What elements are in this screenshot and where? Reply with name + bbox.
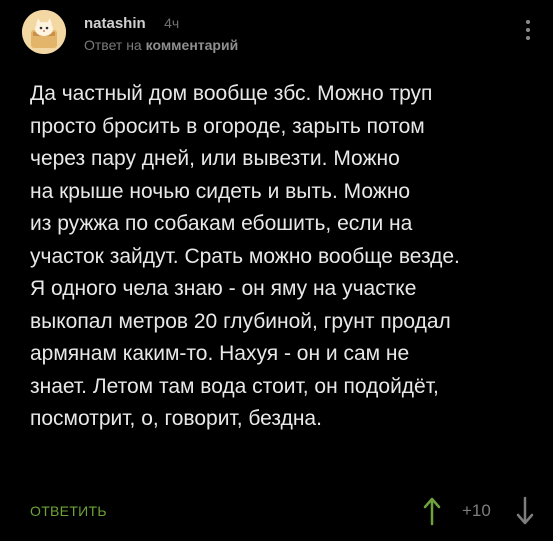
- comment-footer: ОТВЕТИТЬ +10: [0, 494, 553, 530]
- arrow-down-icon[interactable]: [515, 496, 535, 526]
- comment-line: знает. Летом там вода стоит, он подойдёт…: [30, 374, 439, 398]
- comment-line: Да частный дом вообще збс. Можно труп: [30, 82, 433, 105]
- arrow-up-icon[interactable]: [422, 496, 442, 526]
- comment-header: natashin 4ч Ответ на комментарий: [22, 10, 533, 54]
- comment-body: Да частный дом вообще збс. Можно труп пр…: [30, 78, 540, 436]
- avatar[interactable]: [22, 10, 66, 54]
- reply-info: Ответ на комментарий: [84, 37, 238, 53]
- author-line: natashin 4ч: [84, 15, 179, 33]
- comment-line: из ружжа по собакам ебошить, если на: [30, 212, 413, 235]
- comment-line: армянам каким-то. Нахуя - он и сам не: [30, 342, 410, 365]
- rating-score: +10: [462, 501, 491, 520]
- comment-line: выкопал метров 20 глубиной, грунт продал: [30, 309, 451, 333]
- username[interactable]: natashin: [84, 15, 146, 32]
- more-vertical-icon[interactable]: [523, 20, 533, 46]
- comment-line: на крыше ночью сидеть и выть. Можно: [30, 179, 411, 203]
- comment-line: Я одного чела знаю - он яму на участке: [30, 277, 417, 300]
- comment-line: посмотрит, о, говорит, бездна.: [30, 407, 322, 430]
- reply-prefix: Ответ на: [84, 37, 142, 53]
- cat-avatar-icon: [22, 10, 66, 54]
- comment-line: через пару дней, или вывезти. Можно: [30, 147, 400, 170]
- comment-time: 4ч: [164, 15, 180, 31]
- comment-line: просто бросить в огороде, зарыть потом: [30, 114, 425, 138]
- parent-comment-link[interactable]: комментарий: [146, 37, 239, 53]
- reply-button[interactable]: ОТВЕТИТЬ: [30, 503, 107, 519]
- comment-line: участок зайдут. Срать можно вообще везде…: [30, 244, 460, 268]
